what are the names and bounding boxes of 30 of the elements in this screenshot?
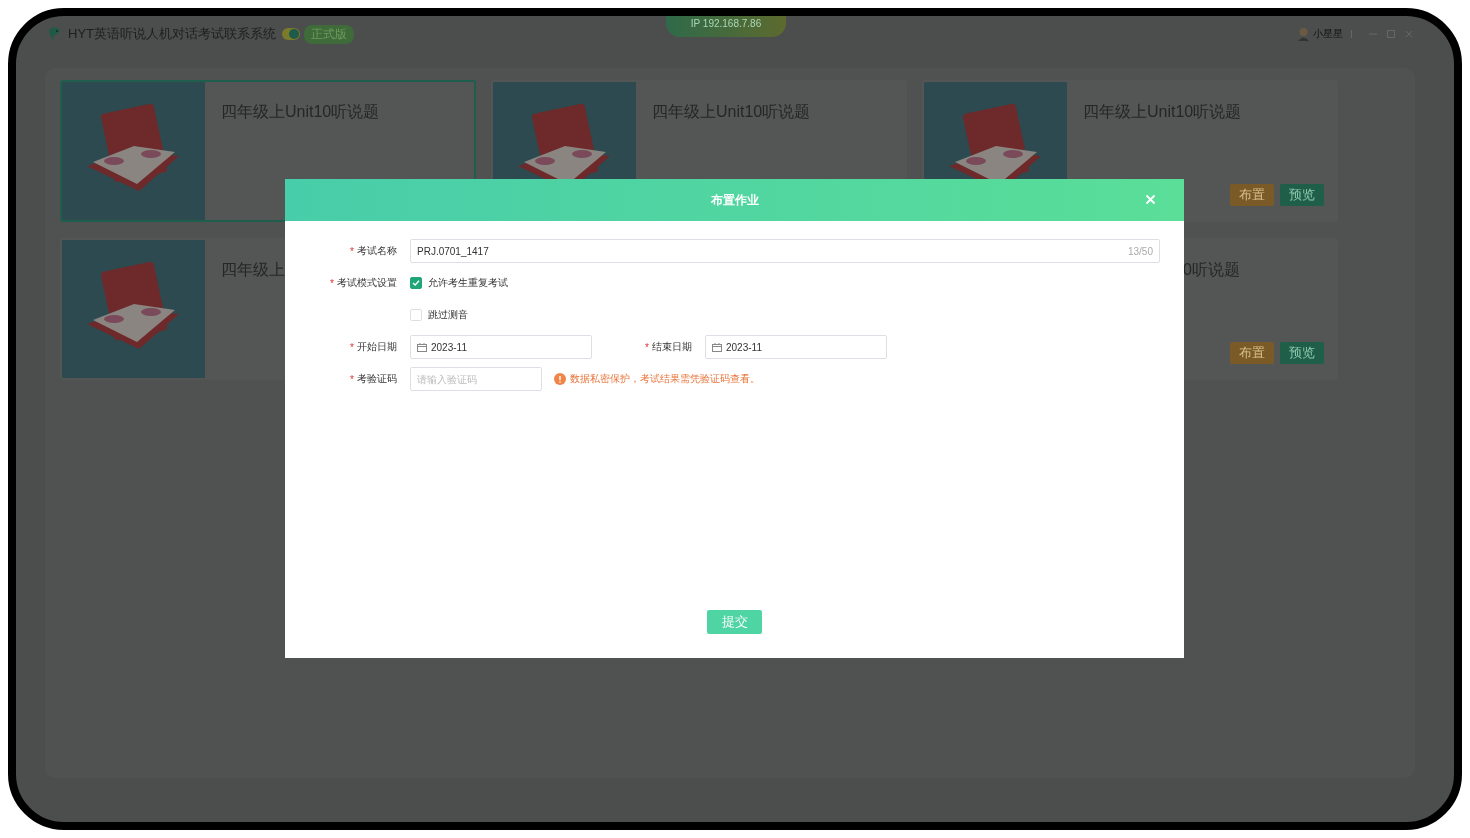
date-field[interactable]: 2023-11: [705, 335, 887, 359]
avatar-icon[interactable]: [1297, 27, 1310, 41]
date-field[interactable]: 2023-11: [410, 335, 592, 359]
maximize-icon[interactable]: [1386, 29, 1396, 39]
required-mark: *: [330, 277, 334, 289]
preview-button[interactable]: 预览: [1280, 184, 1324, 206]
required-mark: *: [645, 341, 649, 353]
char-counter: 13/50: [1127, 245, 1153, 257]
required-mark: *: [350, 245, 354, 257]
preview-button[interactable]: 预览: [1280, 342, 1324, 364]
date-input[interactable]: 2023-11: [726, 341, 880, 353]
checkbox[interactable]: [410, 277, 422, 289]
checkbox-label[interactable]: 跳过测音: [428, 308, 468, 322]
field-label: 开始日期: [357, 340, 397, 354]
field-label: 结束日期: [652, 340, 692, 354]
field-label: 考试模式设置: [337, 276, 397, 290]
exam-name-field[interactable]: PRJ.0701_1417 13/50: [410, 239, 1160, 263]
assign-button[interactable]: 布置: [1230, 342, 1274, 364]
required-mark: *: [350, 341, 354, 353]
close-icon[interactable]: [1404, 29, 1414, 39]
assign-button[interactable]: 布置: [1230, 184, 1274, 206]
toggle-switch[interactable]: [282, 28, 300, 40]
info-icon: [554, 373, 566, 385]
logo-icon: [48, 26, 62, 42]
calendar-icon: [417, 342, 427, 352]
field-label: 考试名称: [357, 244, 397, 258]
verification-code-field[interactable]: 请输入验证码: [410, 367, 542, 391]
calendar-icon: [712, 342, 722, 352]
dialog-title: 布置作业: [710, 191, 759, 209]
privacy-hint: 数据私密保护，考试结果需凭验证码查看。: [570, 372, 760, 386]
